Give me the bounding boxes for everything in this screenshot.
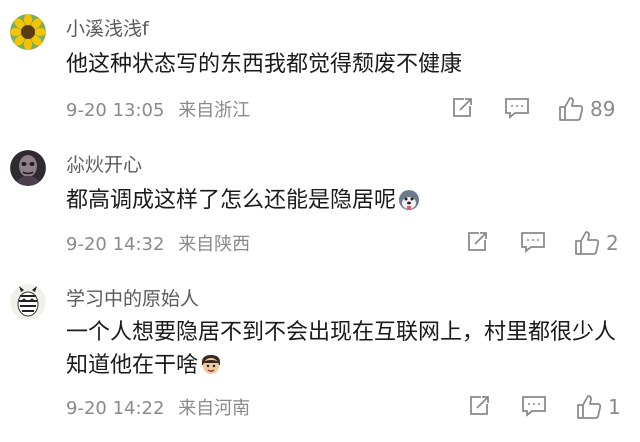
share-icon <box>470 396 489 415</box>
comment-icon <box>521 232 545 253</box>
comment-text-body: 都高调成这样了怎么还能是隐居呢 <box>66 188 397 213</box>
like-count: 89 <box>590 97 616 121</box>
avatar[interactable] <box>10 14 46 50</box>
like-count: 1 <box>608 395 621 419</box>
like-count: 2 <box>606 231 619 255</box>
reply-button[interactable] <box>521 394 547 418</box>
comment-meta: 9-20 13:05 来自浙江 <box>66 96 250 122</box>
username[interactable]: 学习中的原始人 <box>66 284 199 311</box>
username[interactable]: 小溪浅浅f <box>66 14 149 41</box>
thumbs-up-icon <box>577 395 602 419</box>
comment-meta: 9-20 14:22 来自河南 <box>66 394 250 420</box>
comment-text: 一个人想要隐居不到不会出现在互联网上，村里都很少人知道他在干啥 <box>66 316 626 386</box>
dark-figure-icon <box>10 150 46 186</box>
husky-face-icon <box>398 188 420 221</box>
reply-button[interactable] <box>520 230 546 254</box>
comment-icon <box>522 396 546 417</box>
comment-location: 来自浙江 <box>178 100 251 121</box>
share-icon <box>468 232 487 251</box>
share-button[interactable] <box>467 394 491 418</box>
username[interactable]: 尛炏开心 <box>66 150 142 177</box>
share-button[interactable] <box>465 230 489 254</box>
sunflower-icon <box>10 14 46 50</box>
share-button[interactable] <box>450 96 474 120</box>
comment-text: 他这种状态写的东西我都觉得颓废不健康 <box>66 52 463 77</box>
comment-location: 来自河南 <box>178 398 251 419</box>
like-button[interactable]: 2 <box>574 230 619 256</box>
comment-date: 9-20 14:32 <box>66 234 165 255</box>
avatar[interactable] <box>10 150 46 186</box>
comment-icon <box>505 98 529 119</box>
reply-button[interactable] <box>504 96 530 120</box>
avatar[interactable] <box>10 284 46 320</box>
zebra-icon <box>10 284 46 320</box>
comment-date: 9-20 13:05 <box>66 100 165 121</box>
face-with-hand-icon <box>200 353 222 386</box>
comment-text: 都高调成这样了怎么还能是隐居呢 <box>66 184 626 221</box>
thumbs-up-icon <box>559 97 584 121</box>
comment-meta: 9-20 14:32 来自陕西 <box>66 230 250 256</box>
like-button[interactable]: 1 <box>576 394 621 420</box>
like-button[interactable]: 89 <box>558 96 615 122</box>
share-icon <box>453 98 472 117</box>
comment-location: 来自陕西 <box>178 234 251 255</box>
comment-date: 9-20 14:22 <box>66 398 165 419</box>
thumbs-up-icon <box>575 231 600 255</box>
comment-text-body: 一个人想要隐居不到不会出现在互联网上，村里都很少人知道他在干啥 <box>66 320 617 378</box>
